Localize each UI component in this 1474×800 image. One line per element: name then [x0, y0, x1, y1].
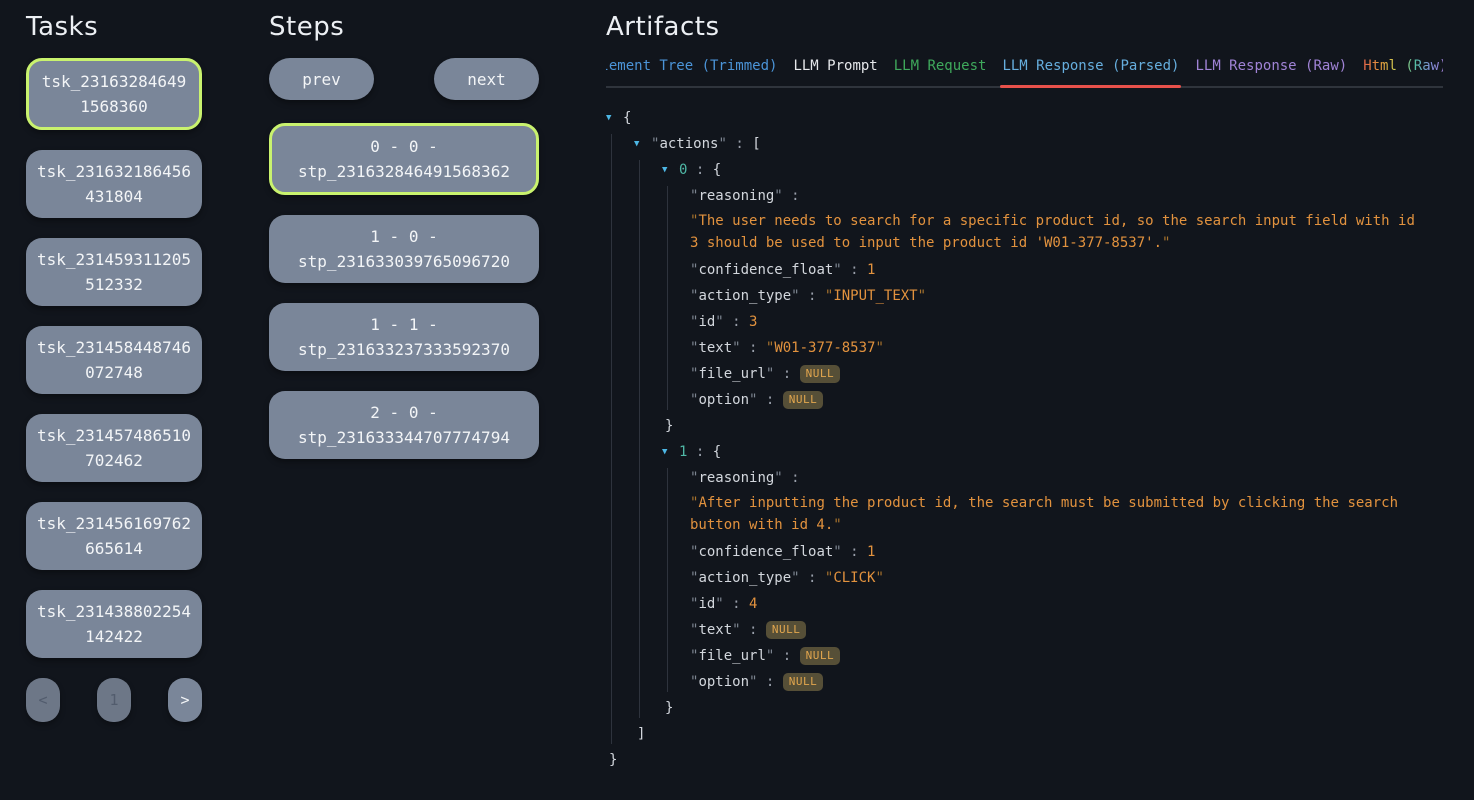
json-tree-row: "reasoning" : — [690, 468, 1443, 488]
tasks-pagination: < 1 > — [26, 678, 202, 722]
json-tree-row: "text" : NULL — [690, 620, 1443, 640]
next-step-button[interactable]: next — [434, 58, 539, 100]
artifacts-title: Artifacts — [606, 12, 1443, 42]
steps-panel: Steps prev next 0 - 0 - stp_231632846491… — [269, 0, 539, 479]
json-tree-row: } — [662, 416, 1443, 436]
json-tree-children: "reasoning" : "After inputting the produ… — [667, 468, 1443, 692]
json-tree-row: } — [606, 750, 1443, 770]
json-tree-row: "reasoning" : — [690, 186, 1443, 206]
pagination-prev-button[interactable]: < — [26, 678, 60, 722]
json-tree-row: "id" : 4 — [690, 594, 1443, 614]
json-tree-children: ▼"actions" : [ ▼0 : { "reasoning" : "The u… — [611, 134, 1443, 744]
json-tree-row: "action_type" : "CLICK" — [690, 568, 1443, 588]
json-string-value: "The user needs to search for a specific… — [690, 210, 1418, 254]
json-tree-row: "id" : 3 — [690, 312, 1443, 332]
json-string-value: "After inputting the product id, the sea… — [690, 492, 1418, 536]
step-item[interactable]: 1 - 0 - stp_231633039765096720 — [269, 215, 539, 283]
json-tree-row: } — [662, 698, 1443, 718]
collapse-caret-icon[interactable]: ▼ — [634, 134, 651, 154]
step-item[interactable]: 2 - 0 - stp_231633344707774794 — [269, 391, 539, 459]
null-badge: NULL — [800, 365, 841, 383]
artifacts-tab-bar: Element Tree (Trimmed) LLM Prompt LLM Re… — [606, 58, 1443, 88]
null-badge: NULL — [783, 391, 824, 409]
json-tree-row: ▼{ — [606, 108, 1443, 128]
pagination-page-button[interactable]: 1 — [97, 678, 131, 722]
collapse-caret-icon[interactable]: ▼ — [662, 442, 679, 462]
json-tree-row: ▼0 : { — [662, 160, 1443, 180]
json-tree-row: "confidence_float" : 1 — [690, 542, 1443, 562]
json-tree-children: ▼0 : { "reasoning" : "The user needs to s… — [639, 160, 1443, 718]
app: Tasks tsk_231632846491568360 tsk_2316321… — [0, 0, 1474, 776]
tab-llm-response-parsed[interactable]: LLM Response (Parsed) — [1002, 58, 1179, 86]
task-item[interactable]: tsk_231458448746072748 — [26, 326, 202, 394]
tab-html-raw[interactable]: Html (Raw) — [1363, 58, 1443, 86]
json-tree-row: "file_url" : NULL — [690, 364, 1443, 384]
json-tree-row: "option" : NULL — [690, 672, 1443, 692]
task-item[interactable]: tsk_231456169762665614 — [26, 502, 202, 570]
task-item[interactable]: tsk_231438802254142422 — [26, 590, 202, 658]
prev-step-button[interactable]: prev — [269, 58, 374, 100]
steps-nav: prev next — [269, 58, 539, 100]
json-tree-row: "confidence_float" : 1 — [690, 260, 1443, 280]
tab-llm-response-raw[interactable]: LLM Response (Raw) — [1195, 58, 1347, 86]
tasks-panel: Tasks tsk_231632846491568360 tsk_2316321… — [26, 0, 202, 722]
tab-llm-request[interactable]: LLM Request — [894, 58, 987, 86]
steps-title: Steps — [269, 12, 539, 42]
collapse-caret-icon[interactable]: ▼ — [662, 160, 679, 180]
json-tree: ▼{ ▼"actions" : [ ▼0 : { "reasoning" : "The… — [606, 108, 1443, 770]
json-tree-row: "text" : "W01-377-8537" — [690, 338, 1443, 358]
tasks-title: Tasks — [26, 12, 202, 42]
json-tree-row: "option" : NULL — [690, 390, 1443, 410]
pagination-next-button[interactable]: > — [168, 678, 202, 722]
task-item[interactable]: tsk_231632186456431804 — [26, 150, 202, 218]
json-tree-row: ▼1 : { — [662, 442, 1443, 462]
step-item[interactable]: 0 - 0 - stp_231632846491568362 — [269, 123, 539, 195]
task-item[interactable]: tsk_231632846491568360 — [26, 58, 202, 130]
tab-element-tree-trimmed[interactable]: Element Tree (Trimmed) — [606, 58, 777, 86]
json-tree-row: "action_type" : "INPUT_TEXT" — [690, 286, 1443, 306]
json-tree-row: ▼"actions" : [ — [634, 134, 1443, 154]
json-tree-row: "file_url" : NULL — [690, 646, 1443, 666]
json-tree-row: ] — [634, 724, 1443, 744]
step-item[interactable]: 1 - 1 - stp_231633237333592370 — [269, 303, 539, 371]
null-badge: NULL — [766, 621, 807, 639]
task-item[interactable]: tsk_231457486510702462 — [26, 414, 202, 482]
tab-llm-prompt[interactable]: LLM Prompt — [793, 58, 877, 86]
null-badge: NULL — [800, 647, 841, 665]
artifacts-panel: Artifacts Element Tree (Trimmed) LLM Pro… — [606, 0, 1443, 776]
null-badge: NULL — [783, 673, 824, 691]
collapse-caret-icon[interactable]: ▼ — [606, 108, 623, 128]
json-tree-children: "reasoning" : "The user needs to search … — [667, 186, 1443, 410]
task-item[interactable]: tsk_231459311205512332 — [26, 238, 202, 306]
